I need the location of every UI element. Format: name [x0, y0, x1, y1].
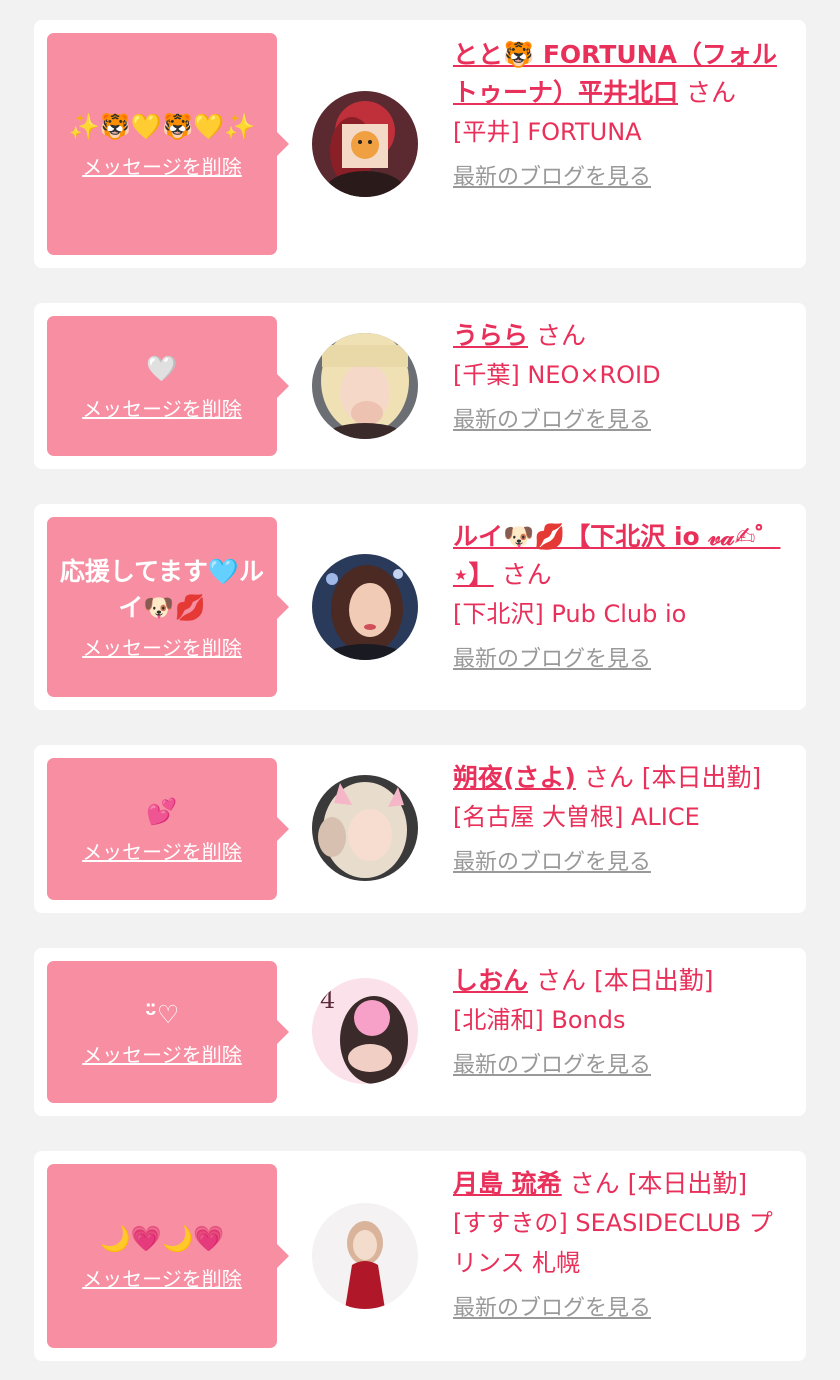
shop-label: [北浦和] Bonds [453, 1006, 626, 1034]
avatar-photo [312, 1203, 418, 1309]
cast-info: 月島 琉希 さん [本日出勤] [すすきの] SEASIDECLUB プリンス … [453, 1165, 790, 1325]
message-card: 💕 メッセージを削除 朔夜(さよ) さん [本日出勤] [名古屋 大曽根] AL… [34, 745, 806, 913]
cast-name-link[interactable]: 月島 琉希 [453, 1169, 562, 1198]
avatar-photo [312, 554, 418, 660]
delete-message-link[interactable]: メッセージを削除 [82, 632, 242, 661]
delete-message-link[interactable]: メッセージを削除 [82, 836, 242, 865]
delete-message-link[interactable]: メッセージを削除 [82, 151, 242, 180]
cast-name-line: とと🐯 FORTUNA（フォルトゥーナ）平井北口 さん [453, 36, 790, 112]
message-card: 🌙💗🌙💗 メッセージを削除 月島 琉希 さん [本日出勤] [すすきの] SEA… [34, 1151, 806, 1361]
avatar[interactable] [312, 1203, 418, 1309]
message-text: 🌙💗🌙💗 [99, 1223, 225, 1253]
delete-message-link[interactable]: メッセージを削除 [82, 1039, 242, 1068]
cast-name-line: うらら さん [453, 317, 790, 355]
message-list: ✨🐯💛🐯💛✨ メッセージを削除 とと🐯 FORTUNA（フォルトゥーナ）平井北口… [0, 0, 840, 1380]
message-text: 応援してます🩵ルイ🐶💋 [59, 556, 265, 622]
avatar-photo [312, 91, 418, 197]
message-bubble: 💕 メッセージを削除 [47, 758, 289, 900]
honorific: さん [535, 966, 586, 995]
message-card: ᵕ̈♡ メッセージを削除 4 しおん さん [本日出勤] [北浦和] Bonds… [34, 948, 806, 1116]
cast-name-line: 月島 琉希 さん [本日出勤] [453, 1165, 790, 1203]
cast-info: 朔夜(さよ) さん [本日出勤] [名古屋 大曽根] ALICE 最新のブログを… [453, 759, 790, 879]
cast-name-link[interactable]: しおん [453, 966, 528, 995]
latest-blog-link[interactable]: 最新のブログを見る [453, 847, 651, 879]
avatar-photo: 4 [312, 978, 418, 1084]
message-bubble: 🤍 メッセージを削除 [47, 316, 289, 456]
avatar[interactable] [312, 775, 418, 881]
honorific: さん [535, 321, 586, 350]
message-card: ✨🐯💛🐯💛✨ メッセージを削除 とと🐯 FORTUNA（フォルトゥーナ）平井北口… [34, 20, 806, 268]
avatar[interactable] [312, 333, 418, 439]
cast-info: うらら さん [千葉] NEO×ROID 最新のブログを見る [453, 317, 790, 437]
attendance-status: [本日出勤] [627, 1169, 748, 1198]
latest-blog-link[interactable]: 最新のブログを見る [453, 1050, 651, 1082]
cast-name-line: ルイ🐶💋【下北沢 io 𝓋𝒶✍︎゜⋆】 さん [453, 518, 790, 594]
shop-label: [すすきの] SEASIDECLUB プリンス 札幌 [453, 1209, 773, 1277]
message-bubble: 🌙💗🌙💗 メッセージを削除 [47, 1164, 289, 1348]
honorific: さん [685, 78, 736, 107]
honorific: さん [583, 763, 634, 792]
svg-text:4: 4 [320, 986, 335, 1014]
cast-info: ルイ🐶💋【下北沢 io 𝓋𝒶✍︎゜⋆】 さん [下北沢] Pub Club io… [453, 518, 790, 676]
message-card: 🤍 メッセージを削除 うらら さん [千葉] NEO×ROID 最新のブログを見… [34, 303, 806, 469]
latest-blog-link[interactable]: 最新のブログを見る [453, 1293, 651, 1325]
message-bubble: ✨🐯💛🐯💛✨ メッセージを削除 [47, 33, 289, 255]
attendance-status: [本日出勤] [593, 966, 714, 995]
latest-blog-link[interactable]: 最新のブログを見る [453, 644, 651, 676]
avatar-photo [312, 333, 418, 439]
attendance-status: [本日出勤] [641, 763, 762, 792]
message-text: ✨🐯💛🐯💛✨ [68, 111, 256, 141]
message-bubble: ᵕ̈♡ メッセージを削除 [47, 961, 289, 1103]
cast-name-line: しおん さん [本日出勤] [453, 962, 790, 1000]
honorific: さん [501, 560, 552, 589]
message-text: ᵕ̈♡ [144, 999, 180, 1029]
shop-label: [千葉] NEO×ROID [453, 361, 661, 389]
message-card: 応援してます🩵ルイ🐶💋 メッセージを削除 ルイ🐶💋【下北沢 io 𝓋𝒶✍︎゜⋆】… [34, 504, 806, 710]
delete-message-link[interactable]: メッセージを削除 [82, 1263, 242, 1292]
cast-name-link[interactable]: うらら [453, 321, 528, 350]
avatar[interactable] [312, 554, 418, 660]
delete-message-link[interactable]: メッセージを削除 [82, 393, 242, 422]
latest-blog-link[interactable]: 最新のブログを見る [453, 162, 651, 194]
avatar-photo [312, 775, 418, 881]
latest-blog-link[interactable]: 最新のブログを見る [453, 405, 651, 437]
shop-label: [名古屋 大曽根] ALICE [453, 803, 700, 831]
shop-label: [下北沢] Pub Club io [453, 600, 687, 628]
honorific: さん [569, 1169, 620, 1198]
message-text: 💕 [146, 796, 178, 826]
cast-name-link[interactable]: 朔夜(さよ) [453, 763, 576, 792]
cast-info: しおん さん [本日出勤] [北浦和] Bonds 最新のブログを見る [453, 962, 790, 1082]
message-bubble: 応援してます🩵ルイ🐶💋 メッセージを削除 [47, 517, 289, 697]
cast-info: とと🐯 FORTUNA（フォルトゥーナ）平井北口 さん [平井] FORTUNA… [453, 36, 790, 194]
shop-label: [平井] FORTUNA [453, 118, 642, 146]
message-text: 🤍 [146, 353, 178, 383]
avatar[interactable] [312, 91, 418, 197]
avatar[interactable]: 4 [312, 978, 418, 1084]
cast-name-line: 朔夜(さよ) さん [本日出勤] [453, 759, 790, 797]
